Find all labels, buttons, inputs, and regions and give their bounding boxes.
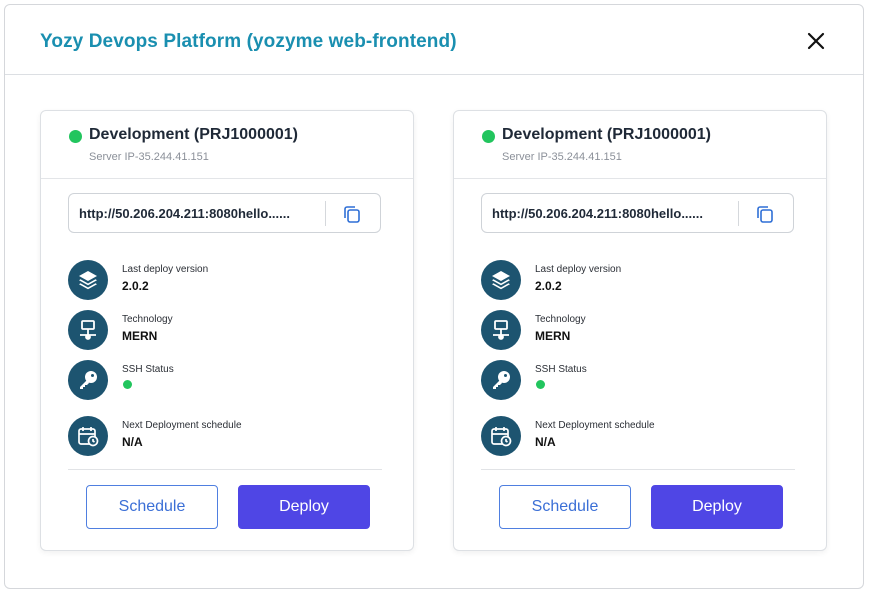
card-header: Development (PRJ1000001) Server IP-35.24… [454, 111, 826, 179]
server-ip: Server IP-35.244.41.151 [89, 151, 209, 163]
info-row-ssh-status: SSH Status [481, 360, 791, 402]
close-icon [807, 32, 825, 50]
key-icon [68, 360, 108, 400]
info-row-deploy-version: Last deploy version 2.0.2 [481, 260, 791, 302]
url-divider [738, 201, 739, 226]
server-ip: Server IP-35.244.41.151 [502, 151, 622, 163]
card-header: Development (PRJ1000001) Server IP-35.24… [41, 111, 413, 179]
info-row-technology: Technology MERN [68, 310, 378, 352]
info-value: MERN [535, 329, 571, 343]
url-text: http://50.206.204.211:8080hello...... [492, 206, 703, 221]
copy-icon [344, 206, 360, 223]
info-row-next-deployment: Next Deployment schedule N/A [68, 416, 378, 458]
layers-icon [481, 260, 521, 300]
info-label: Last deploy version [122, 264, 209, 275]
network-icon [481, 310, 521, 350]
info-value: N/A [122, 435, 143, 449]
schedule-button[interactable]: Schedule [86, 485, 218, 529]
environment-status-dot [482, 130, 495, 143]
environment-card: Development (PRJ1000001) Server IP-35.24… [453, 110, 827, 551]
info-value: N/A [535, 435, 556, 449]
deploy-modal: Yozy Devops Platform (yozyme web-fronten… [4, 4, 864, 589]
info-row-technology: Technology MERN [481, 310, 791, 352]
modal-title: Yozy Devops Platform (yozyme web-fronten… [40, 31, 457, 52]
environment-status-dot [69, 130, 82, 143]
ssh-status-dot [536, 380, 545, 389]
info-label: Last deploy version [535, 264, 622, 275]
url-divider [325, 201, 326, 226]
info-row-deploy-version: Last deploy version 2.0.2 [68, 260, 378, 302]
copy-url-button[interactable] [754, 203, 776, 225]
deploy-button[interactable]: Deploy [651, 485, 783, 529]
info-value: 2.0.2 [122, 279, 149, 293]
info-label: Next Deployment schedule [122, 420, 242, 431]
ssh-status-dot [123, 380, 132, 389]
copy-icon [757, 206, 773, 223]
deploy-button[interactable]: Deploy [238, 485, 370, 529]
layers-icon [68, 260, 108, 300]
environment-card: Development (PRJ1000001) Server IP-35.24… [40, 110, 414, 551]
url-field[interactable]: http://50.206.204.211:8080hello...... [68, 193, 381, 233]
info-row-next-deployment: Next Deployment schedule N/A [481, 416, 791, 458]
info-label: SSH Status [122, 364, 174, 375]
info-value: MERN [122, 329, 158, 343]
divider [68, 469, 382, 470]
key-icon [481, 360, 521, 400]
info-value: 2.0.2 [535, 279, 562, 293]
close-button[interactable] [805, 30, 827, 52]
url-text: http://50.206.204.211:8080hello...... [79, 206, 290, 221]
environment-title: Development (PRJ1000001) [89, 126, 298, 143]
modal-header: Yozy Devops Platform (yozyme web-fronten… [5, 5, 863, 75]
calendar-clock-icon [68, 416, 108, 456]
info-label: Technology [122, 314, 173, 325]
info-row-ssh-status: SSH Status [68, 360, 378, 402]
calendar-clock-icon [481, 416, 521, 456]
environment-title: Development (PRJ1000001) [502, 126, 711, 143]
url-field[interactable]: http://50.206.204.211:8080hello...... [481, 193, 794, 233]
divider [481, 469, 795, 470]
schedule-button[interactable]: Schedule [499, 485, 631, 529]
network-icon [68, 310, 108, 350]
info-label: Technology [535, 314, 586, 325]
info-label: SSH Status [535, 364, 587, 375]
copy-url-button[interactable] [341, 203, 363, 225]
info-label: Next Deployment schedule [535, 420, 655, 431]
